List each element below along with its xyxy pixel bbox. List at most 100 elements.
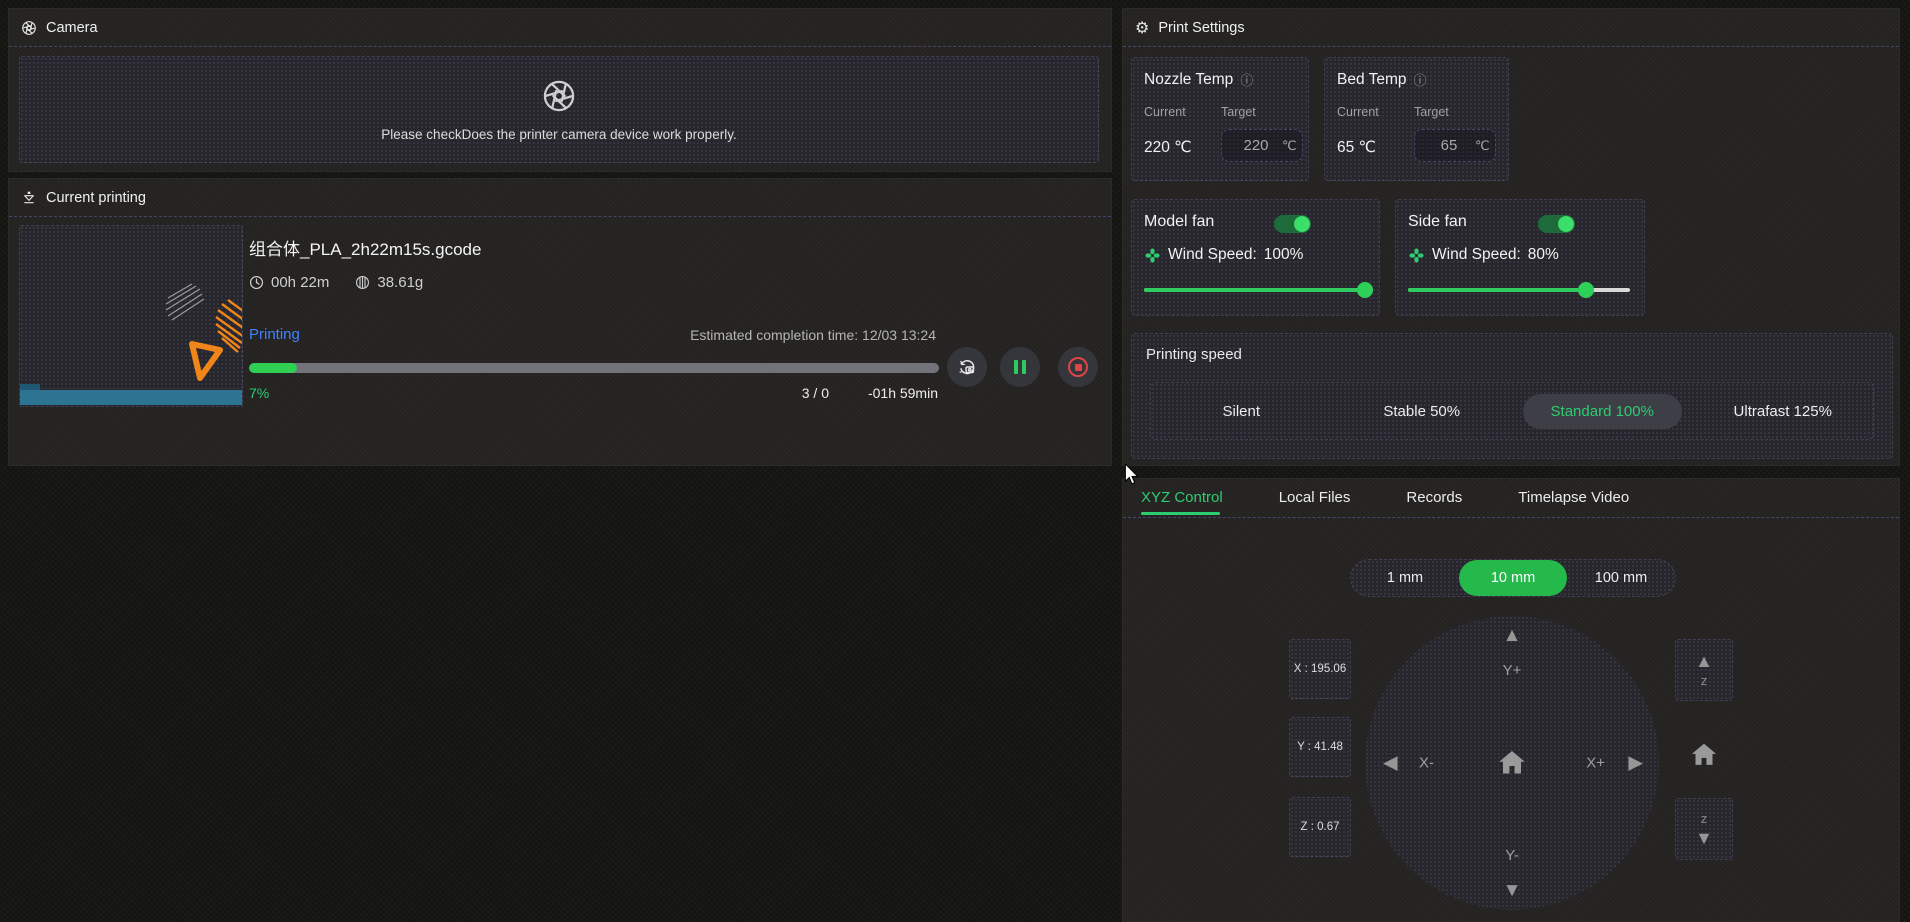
- nozzle-target-input[interactable]: [1232, 136, 1280, 155]
- tab-timelapse-video[interactable]: Timelapse Video: [1518, 489, 1629, 506]
- wind-speed-label: Wind Speed:: [1432, 246, 1521, 264]
- timelapse-camera-button[interactable]: [947, 347, 987, 387]
- z-down-control[interactable]: z ▼: [1675, 798, 1733, 860]
- x-plus-arrow-icon[interactable]: ▶: [1628, 754, 1643, 773]
- model-fan-wind-row: Wind Speed: 100%: [1144, 246, 1303, 264]
- speed-option-stable[interactable]: Stable 50%: [1332, 403, 1513, 420]
- bed-target-input-box: ℃: [1414, 129, 1496, 162]
- divider: [9, 46, 1111, 47]
- nozzle-target-input-box: ℃: [1221, 129, 1303, 162]
- side-fan-toggle[interactable]: [1538, 215, 1575, 233]
- time-used: 00h 22m: [249, 274, 329, 291]
- print-settings-title: Print Settings: [1158, 20, 1244, 36]
- info-icon[interactable]: ⓘ: [1414, 70, 1427, 89]
- filament-used-value: 38.61g: [377, 274, 423, 291]
- aperture-large-icon: [541, 78, 577, 114]
- timelapse-camera-icon: [956, 356, 978, 378]
- y-minus-button[interactable]: Y-: [1505, 847, 1519, 864]
- z-up-control[interactable]: ▲ z: [1675, 639, 1733, 701]
- coordinate-x-readout: X : 195.06: [1289, 639, 1351, 699]
- speed-option-ultrafast[interactable]: Ultrafast 125%: [1693, 403, 1874, 420]
- x-minus-button[interactable]: X-: [1419, 755, 1434, 772]
- model-fan-slider[interactable]: [1144, 288, 1365, 292]
- z-up-arrow-icon[interactable]: ▲: [1695, 652, 1713, 670]
- pause-print-button[interactable]: [1000, 347, 1040, 387]
- gear-icon: ⚙: [1135, 18, 1149, 38]
- distance-100mm[interactable]: 100 mm: [1567, 560, 1675, 596]
- slider-thumb[interactable]: [1578, 282, 1594, 298]
- x-plus-button[interactable]: X+: [1586, 755, 1605, 772]
- model-fan-card: Model fan Wind Speed: 100%: [1131, 199, 1380, 316]
- tab-records[interactable]: Records: [1406, 489, 1462, 506]
- bed-target-input[interactable]: [1425, 136, 1473, 155]
- info-icon[interactable]: ⓘ: [1240, 70, 1253, 89]
- divider: [1123, 46, 1899, 47]
- bed-target-unit: ℃: [1475, 138, 1490, 154]
- clock-icon: [249, 275, 264, 290]
- slider-thumb[interactable]: [1357, 282, 1373, 298]
- model-fan-toggle[interactable]: [1274, 215, 1311, 233]
- mouse-cursor: [1123, 464, 1140, 491]
- camera-panel: Camera Please checkDoes the printer came…: [8, 8, 1112, 172]
- printing-speed-card: Printing speed Silent Stable 50% Standar…: [1131, 333, 1893, 459]
- slider-fill: [1144, 288, 1365, 292]
- fan-icon: [1144, 247, 1161, 264]
- toggle-knob: [1294, 216, 1310, 232]
- speed-option-silent[interactable]: Silent: [1151, 403, 1332, 420]
- control-tabs-panel: XYZ Control Local Files Records Timelaps…: [1122, 478, 1900, 922]
- filament-spool-icon: [355, 275, 370, 290]
- current-printing-header: Current printing: [9, 179, 1111, 216]
- tab-local-files[interactable]: Local Files: [1279, 489, 1351, 506]
- distance-1mm[interactable]: 1 mm: [1351, 560, 1459, 596]
- nozzle-temp-label: Nozzle Temp: [1144, 71, 1233, 89]
- nozzle-current-value: 220 ℃: [1144, 132, 1192, 164]
- time-used-value: 00h 22m: [271, 274, 329, 291]
- home-xy-button[interactable]: [1494, 745, 1530, 781]
- selected-speed-pill: Standard 100%: [1523, 394, 1682, 429]
- bed-temp-card: Bed Temp ⓘ Current Target 65 ℃ ℃: [1324, 57, 1509, 181]
- model-fan-speed-value: 100%: [1264, 246, 1304, 264]
- z-down-arrow-icon[interactable]: ▼: [1695, 829, 1713, 847]
- tab-xyz-control[interactable]: XYZ Control: [1141, 489, 1223, 506]
- nozzle-temp-card: Nozzle Temp ⓘ Current Target 220 ℃ ℃: [1131, 57, 1309, 181]
- filament-used: 38.61g: [355, 274, 423, 291]
- gcode-file-name: 组合体_PLA_2h22m15s.gcode: [249, 235, 481, 260]
- side-fan-card: Side fan Wind Speed: 80%: [1395, 199, 1645, 316]
- nozzle-target-unit: ℃: [1282, 138, 1297, 154]
- home-z-button[interactable]: [1675, 729, 1733, 781]
- stop-icon: [1068, 357, 1088, 377]
- y-plus-arrow-icon[interactable]: ▲: [1503, 626, 1522, 645]
- stop-print-button[interactable]: [1058, 347, 1098, 387]
- camera-hint-text: Please checkDoes the printer camera devi…: [381, 127, 736, 142]
- bed-target-label: Target: [1414, 105, 1449, 119]
- coordinate-y-readout: Y : 41.48: [1289, 717, 1351, 777]
- z-up-label: z: [1701, 673, 1708, 688]
- fan-icon: [1408, 247, 1425, 264]
- current-printing-title: Current printing: [46, 190, 146, 206]
- y-plus-button[interactable]: Y+: [1503, 662, 1522, 679]
- xy-direction-pad: ▲ Y+ ◀ X- X+ ▶ Y- ▼: [1365, 616, 1659, 910]
- side-fan-speed-value: 80%: [1528, 246, 1559, 264]
- speed-option-standard[interactable]: Standard 100%: [1512, 394, 1693, 429]
- model-fan-label: Model fan: [1144, 213, 1214, 231]
- current-printing-panel: Current printing 组合体_PLA_2h22m15s.gcode …: [8, 178, 1112, 466]
- z-down-label: z: [1701, 811, 1708, 826]
- print-progress-bar: [249, 363, 939, 373]
- y-minus-arrow-icon[interactable]: ▼: [1503, 881, 1522, 900]
- print-settings-header: ⚙ Print Settings: [1123, 9, 1899, 46]
- print-preview-thumbnail: [19, 225, 243, 407]
- side-fan-slider[interactable]: [1408, 288, 1630, 292]
- slider-fill: [1408, 288, 1586, 292]
- time-remaining: -01h 59min: [838, 385, 938, 401]
- printing-speed-options: Silent Stable 50% Standard 100% Ultrafas…: [1150, 382, 1874, 440]
- x-minus-arrow-icon[interactable]: ◀: [1383, 754, 1398, 773]
- print-settings-panel: ⚙ Print Settings Nozzle Temp ⓘ Current T…: [1122, 8, 1900, 466]
- nozzle-target-label: Target: [1221, 105, 1256, 119]
- tab-bar: XYZ Control Local Files Records Timelaps…: [1141, 489, 1629, 506]
- toggle-knob: [1558, 216, 1574, 232]
- pause-icon: [1014, 360, 1026, 374]
- distance-10mm[interactable]: 10 mm: [1459, 560, 1567, 596]
- bed-current-value: 65 ℃: [1337, 132, 1376, 164]
- divider: [9, 216, 1111, 217]
- nozzle-icon: [21, 190, 37, 206]
